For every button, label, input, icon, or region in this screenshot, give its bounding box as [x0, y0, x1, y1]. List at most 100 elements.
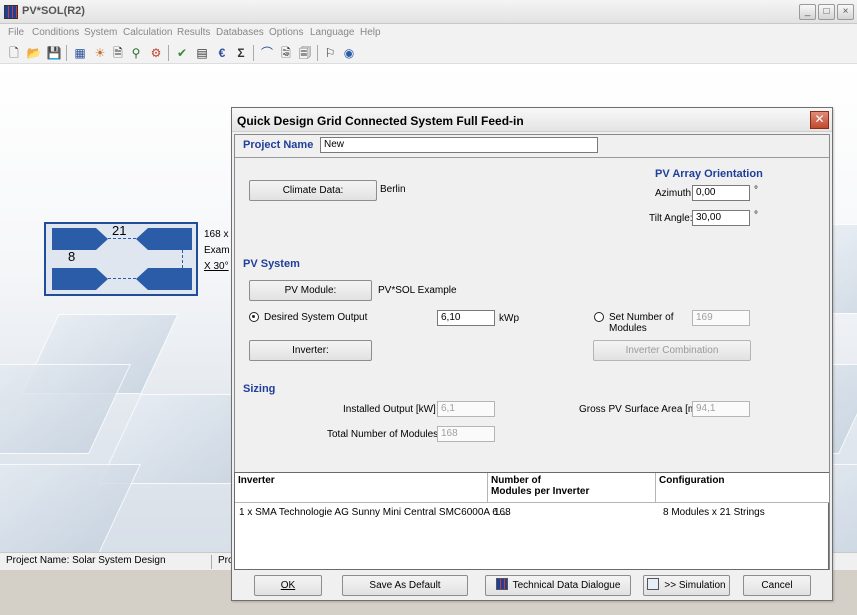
pv-module-value: PV*SOL Example — [378, 285, 457, 296]
toolbar-separator — [317, 45, 318, 61]
toolbar-separator — [66, 45, 67, 61]
diagram-side-text: X 30° — [204, 261, 229, 272]
quick-design-dialog: Quick Design Grid Connected System Full … — [231, 107, 833, 601]
array-block — [148, 228, 192, 250]
dashed-connector — [108, 238, 136, 239]
arrow-left-icon — [136, 228, 148, 250]
menu-calculation[interactable]: Calculation — [123, 27, 172, 38]
sizing-title: Sizing — [243, 383, 276, 395]
arrow-right-icon — [96, 228, 108, 250]
toolbar-separator — [253, 45, 254, 61]
location-pin-icon[interactable]: ⚲ — [128, 45, 144, 61]
menu-language[interactable]: Language — [310, 27, 355, 38]
arrow-right-icon — [96, 268, 108, 290]
desired-output-label: Desired System Output — [264, 312, 368, 323]
menu-databases[interactable]: Databases — [216, 27, 264, 38]
table-cell-inverter[interactable]: 1 x SMA Technologie AG Sunny Mini Centra… — [239, 507, 509, 518]
new-file-icon[interactable]: 🗋 — [6, 45, 22, 61]
euro-icon[interactable]: € — [214, 45, 230, 61]
tilt-angle-input[interactable]: 30,00 — [692, 210, 750, 226]
diagram-side-text: 168 x — [204, 229, 229, 240]
inverter-table[interactable]: Inverter Number of Modules per Inverter … — [234, 472, 829, 570]
desired-output-unit: kWp — [499, 313, 519, 324]
pv-array-icon[interactable]: ▦ — [72, 45, 88, 61]
desired-output-radio[interactable] — [249, 312, 259, 322]
array-block — [52, 228, 96, 250]
background-panel — [0, 364, 131, 454]
maximize-button[interactable]: □ — [818, 4, 835, 20]
pv-array-icon — [495, 578, 508, 590]
set-number-modules-radio[interactable] — [594, 312, 604, 322]
cancel-button[interactable]: Cancel — [743, 575, 811, 596]
array-block — [148, 268, 192, 290]
status-project-name: Project Name: Solar System Design — [0, 555, 212, 569]
background-panel — [0, 464, 141, 552]
tilt-angle-label: Tilt Angle: — [649, 213, 693, 224]
table-cell-configuration[interactable]: 8 Modules x 21 Strings — [663, 507, 765, 518]
help-globe-icon[interactable]: ◉ — [341, 45, 357, 61]
menu-file[interactable]: File — [8, 27, 24, 38]
total-modules-label: Total Number of Modules — [327, 429, 439, 440]
divider — [235, 157, 829, 158]
app-title: PV*SOL(R2) — [22, 5, 85, 17]
diagram-left-count: 8 — [68, 249, 76, 264]
menu-results[interactable]: Results — [177, 27, 210, 38]
simulation-button[interactable]: >> Simulation — [643, 575, 730, 596]
pvsol-app-icon — [4, 5, 18, 19]
inverter-button[interactable]: Inverter: — [249, 340, 372, 361]
gross-area-label: Gross PV Surface Area [m²] — [579, 404, 703, 415]
table-icon[interactable]: ▤ — [194, 45, 210, 61]
menu-conditions[interactable]: Conditions — [32, 27, 79, 38]
calculator-icon — [647, 578, 660, 590]
pv-module-button[interactable]: PV Module: — [249, 280, 372, 301]
sum-icon[interactable]: Σ — [233, 45, 249, 61]
check-calculation-icon[interactable]: ✔ — [174, 45, 190, 61]
climate-data-value: Berlin — [380, 184, 406, 195]
total-modules-value: 168 — [437, 426, 495, 442]
report-icon[interactable]: 🗟 — [278, 45, 294, 61]
report-multiple-icon[interactable]: 🗐 — [297, 45, 313, 61]
diagram-side-text: Exam — [204, 245, 230, 256]
set-number-label: Set Number of — [609, 312, 674, 323]
column-header-configuration[interactable]: Configuration — [656, 473, 829, 503]
dashed-connector — [182, 250, 183, 268]
climate-icon[interactable]: ☀ — [92, 45, 108, 61]
load-profile-icon[interactable]: ⚙ — [148, 45, 164, 61]
menu-options[interactable]: Options — [269, 27, 303, 38]
close-button[interactable]: × — [837, 4, 854, 20]
document-icon[interactable]: 🗎 — [110, 45, 126, 61]
desired-output-input[interactable]: 6,10 — [437, 310, 495, 326]
chart-icon[interactable]: ⌒ — [259, 45, 275, 61]
menu-help[interactable]: Help — [360, 27, 381, 38]
dialog-title-bar: Quick Design Grid Connected System Full … — [232, 108, 832, 132]
flag-icon[interactable]: ⚐ — [322, 45, 338, 61]
gross-area-value: 94,1 — [692, 401, 750, 417]
save-as-default-button[interactable]: Save As Default — [342, 575, 468, 596]
pv-system-title: PV System — [243, 258, 300, 270]
save-disk-icon[interactable]: 💾 — [46, 45, 62, 61]
minimize-button[interactable]: _ — [799, 4, 816, 20]
toolbar-separator — [168, 45, 169, 61]
project-name-label: Project Name — [243, 139, 314, 151]
technical-data-button[interactable]: Technical Data Dialogue — [485, 575, 631, 596]
table-cell-modules[interactable]: 168 — [494, 507, 511, 518]
inverter-combination-button[interactable]: Inverter Combination — [593, 340, 751, 361]
ok-button[interactable]: OK — [254, 575, 322, 596]
open-folder-icon[interactable]: 📂 — [26, 45, 42, 61]
azimuth-input[interactable]: 0,00 — [692, 185, 750, 201]
simulation-label: >> Simulation — [664, 580, 726, 591]
climate-data-button[interactable]: Climate Data: — [249, 180, 377, 201]
dialog-footer: OK Save As Default Technical Data Dialog… — [234, 572, 830, 599]
header-line: Number of — [491, 475, 541, 486]
set-number-modules-input[interactable]: 169 — [692, 310, 750, 326]
pv-array-diagram[interactable]: 21 8 — [44, 222, 198, 296]
toolbar: 🗋 📂 💾 ▦ ☀ 🗎 ⚲ ⚙ ✔ ▤ € Σ ⌒ 🗟 🗐 ⚐ ◉ — [0, 42, 857, 64]
header-line: Modules per Inverter — [491, 486, 590, 497]
menu-system[interactable]: System — [84, 27, 117, 38]
set-number-label-line2: Modules — [609, 323, 647, 334]
azimuth-label: Azimuth: — [655, 188, 694, 199]
dialog-close-button[interactable]: ✕ — [810, 111, 829, 129]
project-name-input[interactable]: New — [320, 137, 598, 153]
column-header-inverter[interactable]: Inverter — [235, 473, 488, 503]
column-header-modules-per-inverter[interactable]: Number of Modules per Inverter — [488, 473, 656, 503]
